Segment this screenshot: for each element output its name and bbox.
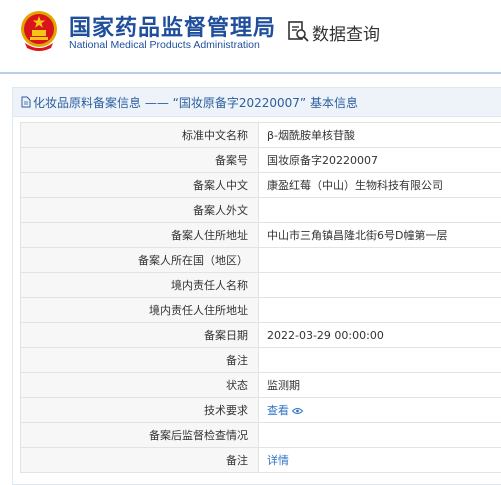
field-value [259,273,501,298]
field-value: β-烟酰胺单核苷酸 [259,123,501,148]
field-label: 技术要求 [21,398,259,423]
eye-icon[interactable] [292,407,303,415]
field-value: 详情 [259,448,501,473]
field-value [259,198,501,223]
field-value [259,348,501,373]
panel-header: 化妆品原料备案信息 —— “国妆原备字20220007” 基本信息 [13,88,501,117]
field-label: 状态 [21,373,259,398]
table-row: 备案人住所地址 中山市三角镇昌隆北街6号D幢第一层 [21,223,501,248]
field-label: 备案后监督检查情况 [21,423,259,448]
table-row: 状态 监测期 [21,373,501,398]
record-panel: 化妆品原料备案信息 —— “国妆原备字20220007” 基本信息 标准中文名称… [12,87,501,485]
field-value [259,248,501,273]
field-value: 2022-03-29 00:00:00 [259,323,501,348]
field-label: 备案号 [21,148,259,173]
table-row: 备注 详情 [21,448,501,473]
field-value: 监测期 [259,373,501,398]
record-table: 标准中文名称 β-烟酰胺单核苷酸 备案号 国妆原备字20220007 备案人中文… [20,122,501,473]
table-row: 备案人外文 [21,198,501,223]
site-header: 国家药品监督管理局 National Medical Products Admi… [0,0,501,70]
field-value: 国妆原备字20220007 [259,148,501,173]
table-row: 备案人中文 康盈红莓（中山）生物科技有限公司 [21,173,501,198]
document-icon [21,96,31,108]
field-label: 境内责任人住所地址 [21,298,259,323]
table-row: 备案人所在国（地区） [21,248,501,273]
field-value [259,423,501,448]
data-query-icon[interactable] [287,20,309,42]
field-label: 备案人所在国（地区） [21,248,259,273]
table-row: 境内责任人住所地址 [21,298,501,323]
site-subtitle: National Medical Products Administration [69,39,260,51]
details-link[interactable]: 详情 [267,454,289,467]
field-label: 备案人住所地址 [21,223,259,248]
field-value: 查看 [259,398,501,423]
field-label: 备案人外文 [21,198,259,223]
site-title: 国家药品监督管理局 [69,10,276,42]
field-label: 备注 [21,448,259,473]
table-row: 备注 [21,348,501,373]
field-label: 备案日期 [21,323,259,348]
data-query-link[interactable]: 数据查询 [312,20,380,45]
table-row: 境内责任人名称 [21,273,501,298]
view-link[interactable]: 查看 [267,404,289,417]
field-value: 康盈红莓（中山）生物科技有限公司 [259,173,501,198]
field-label: 备注 [21,348,259,373]
panel-title: 化妆品原料备案信息 —— “国妆原备字20220007” 基本信息 [33,94,358,111]
table-row: 备案后监督检查情况 [21,423,501,448]
table-row: 备案号 国妆原备字20220007 [21,148,501,173]
field-value [259,298,501,323]
table-row: 备案日期 2022-03-29 00:00:00 [21,323,501,348]
field-value: 中山市三角镇昌隆北街6号D幢第一层 [259,223,501,248]
table-row: 技术要求 查看 [21,398,501,423]
field-label: 标准中文名称 [21,123,259,148]
field-label: 境内责任人名称 [21,273,259,298]
field-label: 备案人中文 [21,173,259,198]
national-emblem-icon [20,9,58,53]
table-row: 标准中文名称 β-烟酰胺单核苷酸 [21,123,501,148]
header-divider [0,72,501,74]
